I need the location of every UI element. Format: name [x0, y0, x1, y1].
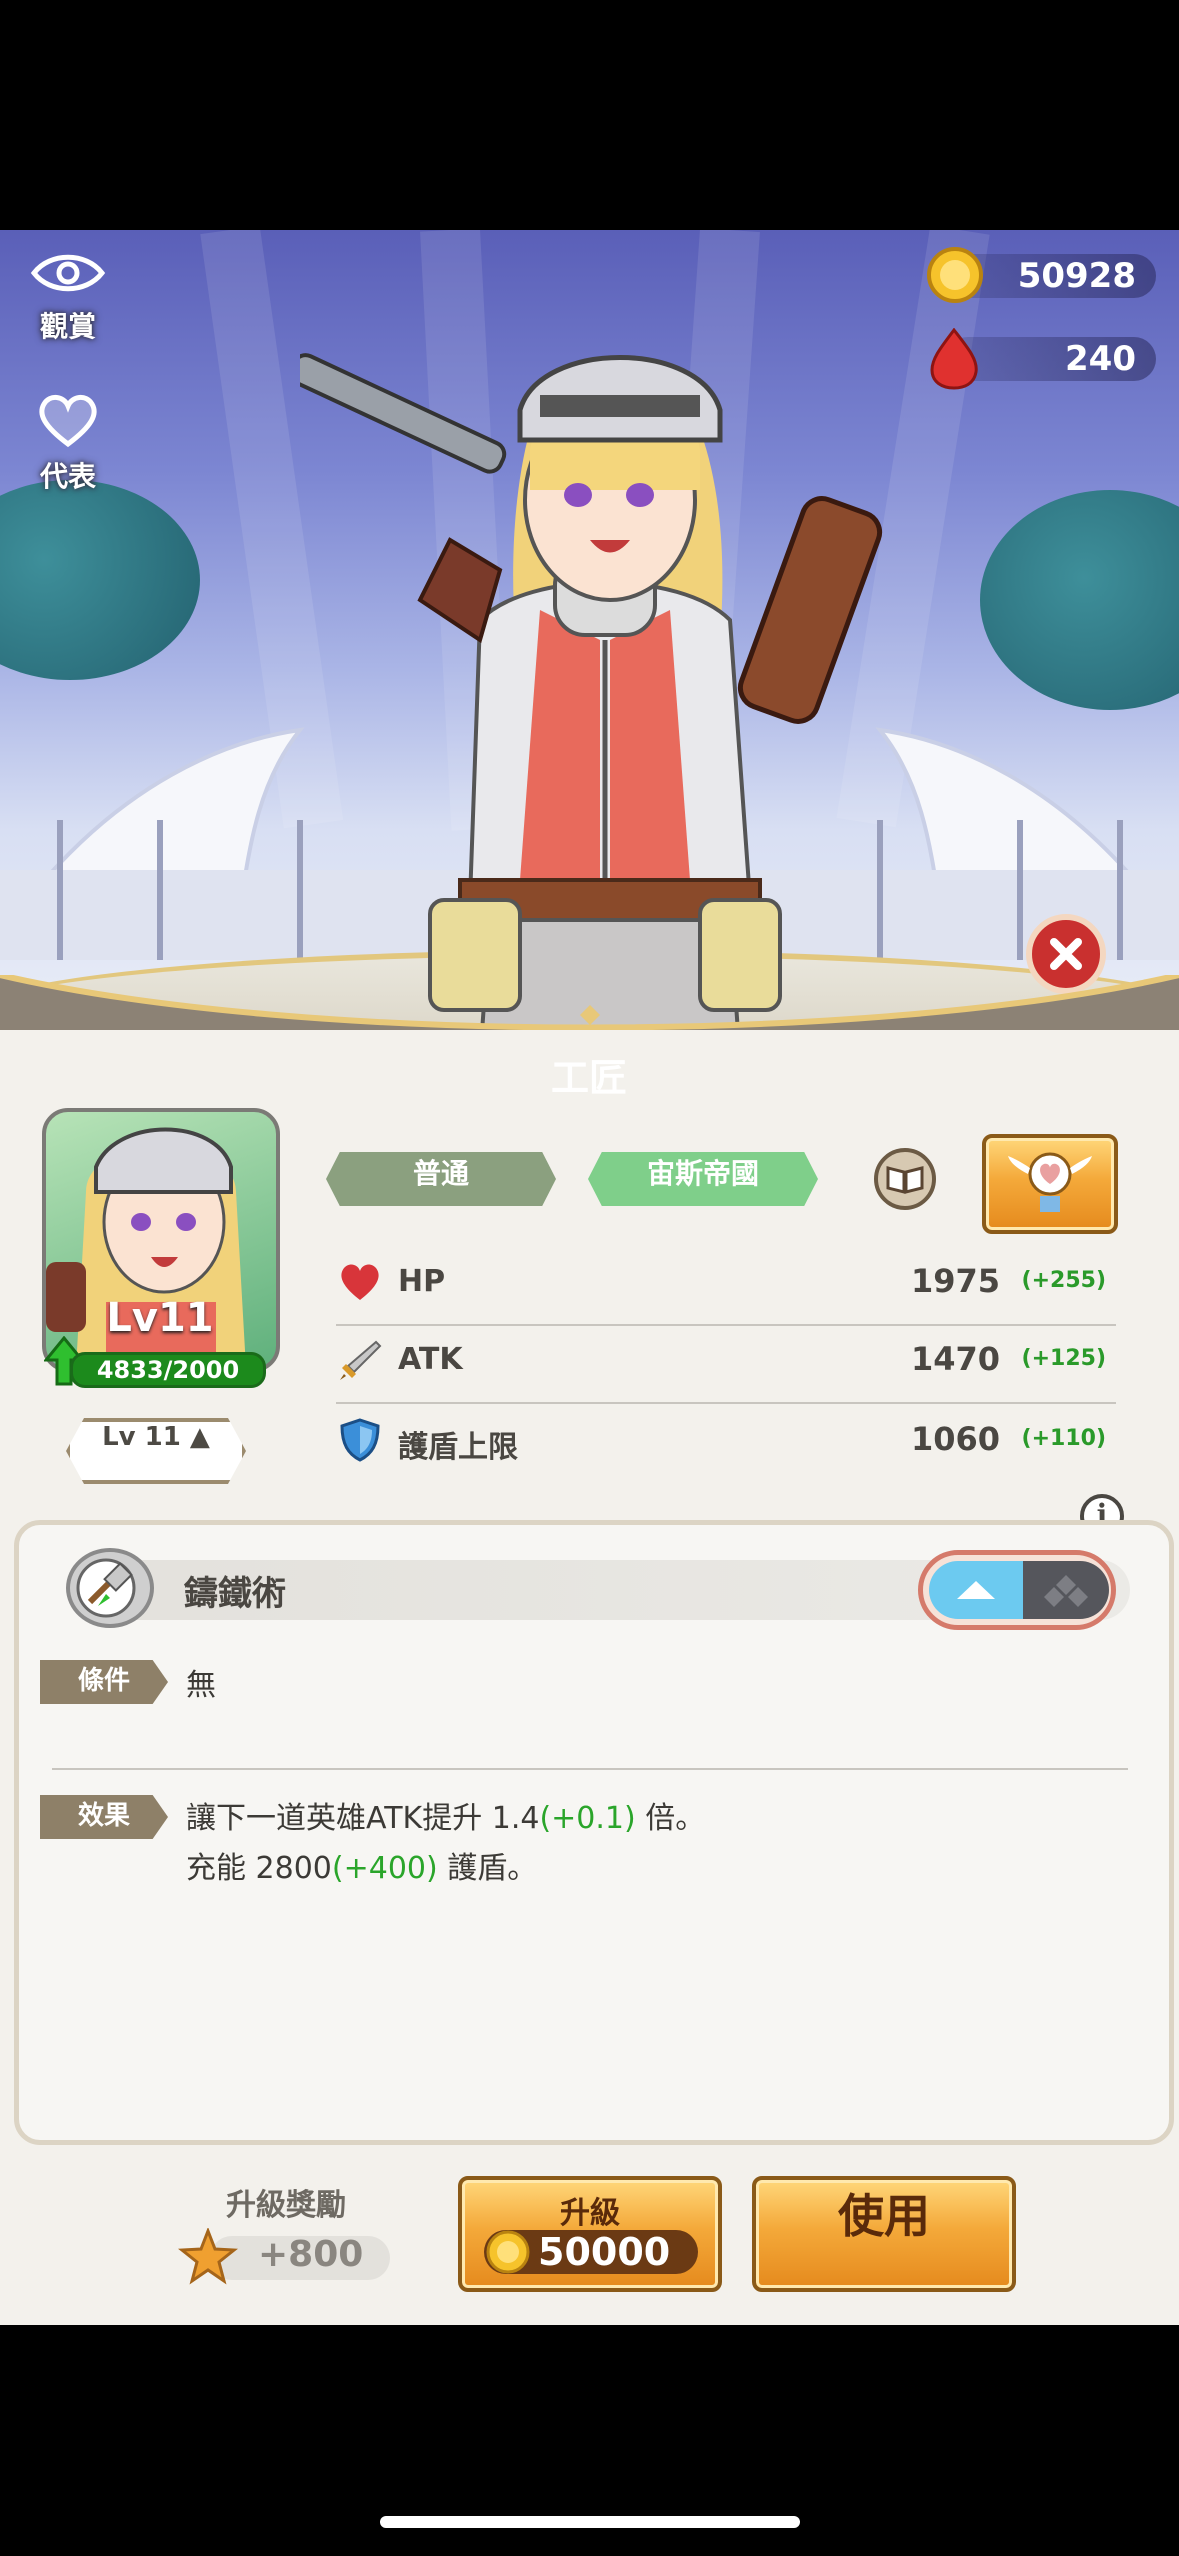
triangle-up-icon — [957, 1581, 995, 1599]
stat-bonus: (+110) — [1021, 1426, 1106, 1451]
exp-bar: 4833/2000 — [70, 1352, 266, 1388]
stat-value: 1060 — [910, 1420, 1000, 1458]
red-gem-icon — [930, 328, 978, 390]
skill-icon-frame — [66, 1548, 154, 1628]
stat-name: ATK — [398, 1342, 463, 1377]
effect-text: 充能 2800 — [186, 1851, 332, 1886]
diamond-pattern-icon — [1044, 1575, 1088, 1607]
effect-text: 讓下一道英雄ATK提升 1.4 — [186, 1801, 540, 1836]
winged-heart-badge-icon — [1008, 1152, 1092, 1212]
view-label: 觀賞 — [39, 310, 96, 343]
upgrade-cost: 50000 — [538, 2230, 671, 2274]
gold-coin-icon — [927, 247, 983, 303]
heart-icon — [341, 1264, 379, 1300]
upgrade-label: 升級 — [560, 2196, 620, 2231]
stat-name: HP — [398, 1264, 446, 1299]
effect-line-1: 讓下一道英雄ATK提升 1.4(+0.1) 倍。 — [186, 1793, 705, 1837]
skill-toggle-diamond[interactable] — [1023, 1561, 1109, 1619]
stat-name: 護盾上限 — [398, 1430, 518, 1465]
rarity-tag: 普通 — [326, 1152, 556, 1206]
home-indicator[interactable] — [380, 2516, 800, 2528]
favorite-badge-button[interactable] — [982, 1134, 1118, 1234]
effect-bonus: (+0.1) — [539, 1801, 636, 1836]
level-button[interactable]: Lv 11 ▲ — [66, 1418, 246, 1484]
effect-bonus: (+400) — [331, 1851, 438, 1886]
stat-row-atk: ATK 1470 (+125) — [336, 1322, 1116, 1404]
skill-toggle[interactable] — [918, 1550, 1116, 1630]
skill-name: 鑄鐵術 — [184, 1574, 286, 1614]
reward-label: 升級獎勵 — [226, 2188, 346, 2223]
gold-coin-icon — [486, 2230, 530, 2274]
lore-book-button[interactable] — [874, 1148, 936, 1210]
use-button[interactable]: 使用 — [752, 2176, 1016, 2292]
hero-character-art — [300, 353, 883, 1060]
view-button[interactable]: 觀賞 — [28, 248, 108, 345]
star-icon — [178, 2228, 238, 2285]
representative-label: 代表 — [39, 460, 96, 493]
stat-value: 1975 — [910, 1262, 1000, 1300]
hero-title: 工匠 — [550, 1056, 627, 1100]
skill-toggle-up[interactable] — [929, 1561, 1023, 1619]
upgrade-button[interactable]: 升級 50000 — [458, 2176, 722, 2292]
faction-tag: 宙斯帝國 — [588, 1152, 818, 1206]
book-icon — [886, 1166, 924, 1194]
reward-value: +800 — [258, 2234, 364, 2275]
heart-outline-icon — [39, 395, 97, 448]
stat-value: 1470 — [910, 1340, 1000, 1378]
stat-bonus: (+125) — [1021, 1346, 1106, 1371]
effect-label: 效果 — [40, 1795, 168, 1839]
stat-row-shield: 護盾上限 1060 (+110) — [336, 1402, 1116, 1482]
stat-row-hp: HP 1975 (+255) — [336, 1244, 1116, 1326]
hero-level-label: Lv11 — [106, 1295, 214, 1341]
eye-icon — [30, 254, 106, 292]
condition-value: 無 — [186, 1668, 216, 1703]
effect-text: 倍。 — [635, 1801, 706, 1836]
effect-line-2: 充能 2800(+400) 護盾。 — [186, 1843, 537, 1887]
stat-bonus: (+255) — [1021, 1268, 1106, 1293]
shield-icon — [340, 1418, 380, 1462]
sword-icon — [340, 1340, 382, 1380]
hammer-skill-icon — [76, 1558, 136, 1618]
condition-label: 條件 — [40, 1660, 168, 1704]
representative-button[interactable]: 代表 — [28, 392, 108, 495]
divider — [52, 1768, 1128, 1770]
effect-text: 護盾。 — [437, 1851, 538, 1886]
